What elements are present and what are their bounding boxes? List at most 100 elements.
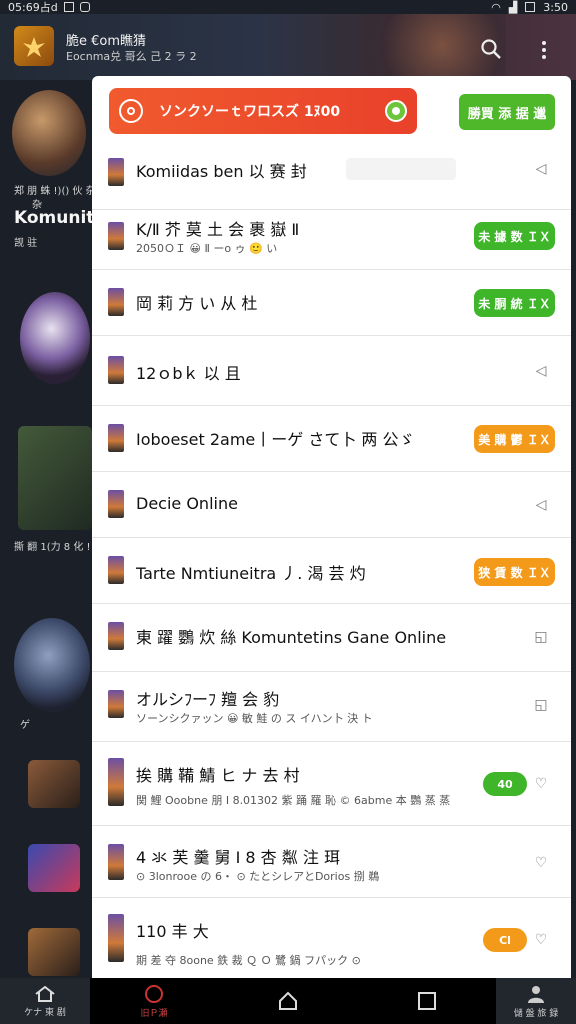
game-title: オルシﾌーﾌ 羶 会 豹 <box>136 690 280 709</box>
game-icon <box>108 914 124 962</box>
top-action-button[interactable]: 勝買 添 据 邋 <box>459 94 555 130</box>
game-subtitle: 関 鯉 Ooobne 朋 Ⅰ 8.01302 紫 踊 羅 恥 © 6abme 本… <box>136 794 451 807</box>
promo-logo-icon <box>119 99 143 123</box>
wing-icon <box>23 37 45 57</box>
bg-thumbnail[interactable] <box>28 760 80 808</box>
recents-icon <box>418 992 436 1010</box>
promo-text: ソンクソーｔワロスズ 1ﾇ00 <box>159 104 341 120</box>
game-title: 4 氺 芙 羹 舅 Ⅰ 8 杏 粼 注 珥 <box>136 848 340 867</box>
heart-icon[interactable]: ♡ <box>532 854 550 872</box>
placeholder-block <box>346 158 456 180</box>
more-dot-icon <box>542 41 546 45</box>
game-icon <box>108 758 124 806</box>
game-icon <box>108 622 124 650</box>
game-title: 岡 莉 方 い 从 杜 <box>136 294 258 313</box>
game-title: 東 躍 鸚 炊 絲 Komuntetins Gane Online <box>136 628 447 647</box>
game-icon <box>108 490 124 518</box>
popup-header: ソンクソーｔワロスズ 1ﾇ00 勝買 添 据 邋 <box>92 76 571 146</box>
game-icon <box>108 288 124 316</box>
notification-icon <box>63 2 74 12</box>
bg-avatar[interactable] <box>12 90 86 176</box>
game-title: Tarte Nmtiuneitra 丿. 渴 芸 灼 <box>136 564 366 583</box>
system-recents-button[interactable] <box>416 990 438 1012</box>
nav-profile[interactable]: 儲 盤 旅 録 <box>496 978 576 1024</box>
game-row[interactable]: Ioboeset 2ame丨ーゲ さて卜 两 公ゞ 美 購 鬱 ＩＸ <box>92 406 571 472</box>
install-button[interactable]: 狭 賃 数 ＩＸ <box>474 558 555 586</box>
bg-thumbnail[interactable] <box>28 928 80 976</box>
game-title: 110 丰 大 <box>136 922 209 941</box>
game-row[interactable]: 挨 購 鞴 鯖 ヒ ナ 去 村 関 鯉 Ooobne 朋 Ⅰ 8.01302 紫… <box>92 742 571 826</box>
nav-game[interactable]: 旧Ｐ瀬 <box>90 978 218 1024</box>
game-row[interactable]: オルシﾌーﾌ 羶 会 豹 ソーンシクァッン 😀 敏 鮭 の ス イハン卜 決 ト… <box>92 672 571 742</box>
game-row[interactable]: Decie Online ◁ <box>92 472 571 538</box>
app-header: 脆e €om瞧猜 Eocnma兑 哥么 己 2 ラ 2 <box>0 14 576 94</box>
game-row[interactable]: 岡 莉 方 い 从 杜 未 胴 統 ＩＸ <box>92 270 571 336</box>
bottom-navigation: ケナ 東 剧 旧Ｐ瀬 儲 盤 旅 録 <box>0 978 576 1024</box>
more-dot-icon <box>542 48 546 52</box>
share-icon[interactable]: ◁ <box>532 160 550 178</box>
game-icon <box>108 356 124 384</box>
app-notification-icon <box>79 2 90 12</box>
status-bar: 05:69占d ◠ ▟ 3:50 <box>0 0 576 15</box>
game-list-popup: ソンクソーｔワロスズ 1ﾇ00 勝買 添 据 邋 Komiidas ben 以 … <box>92 76 571 978</box>
install-button[interactable]: 未 胴 統 ＩＸ <box>474 289 555 317</box>
game-row[interactable]: 東 躍 鸚 炊 絲 Komuntetins Gane Online ◱ <box>92 604 571 672</box>
home-icon <box>35 985 55 1002</box>
battery-icon <box>525 2 536 12</box>
game-icon <box>108 556 124 584</box>
heart-icon[interactable]: ♡ <box>532 775 550 793</box>
game-icon <box>108 222 124 250</box>
game-title: Decie Online <box>136 494 238 513</box>
game-icon <box>108 690 124 718</box>
share-icon[interactable]: ◁ <box>532 362 550 380</box>
install-button[interactable]: 未 據 数 ＩＸ <box>474 222 555 250</box>
status-time: 05:69占d <box>8 1 58 14</box>
share-icon[interactable]: ◁ <box>532 496 550 514</box>
game-row[interactable]: Komiidas ben 以 赛 封 ◁ <box>92 146 571 210</box>
game-row[interactable]: K/Ⅱ 芥 莫 土 会 裹 嶽 Ⅱ 2050ＯＩ 😀 Ⅱ ーo ゥ 🙂 い 未 … <box>92 210 571 270</box>
game-row[interactable]: 12ｏbｋ 以 且 ◁ <box>92 336 571 406</box>
nav-game-label: 旧Ｐ瀬 <box>140 1008 168 1019</box>
game-row[interactable]: 110 丰 大 期 差 夺 8oone 鉄 裁 Ｑ Ｏ 鷺 鍋 フパック ⊙ C… <box>92 898 571 978</box>
game-icon <box>108 424 124 452</box>
search-icon <box>481 39 501 59</box>
profile-icon <box>528 985 544 1003</box>
game-row[interactable]: 4 氺 芙 羹 舅 Ⅰ 8 杏 粼 注 珥 ⊙ 3lonrooe の 6・ ⊙ … <box>92 826 571 898</box>
system-home-button[interactable] <box>277 990 299 1012</box>
install-button[interactable]: 美 購 鬱 ＩＸ <box>474 425 555 453</box>
app-subtitle: Eocnma兑 哥么 己 2 ラ 2 <box>66 50 197 63</box>
bg-thumbnail[interactable] <box>18 426 92 530</box>
bg-avatar[interactable] <box>14 618 90 712</box>
search-button[interactable] <box>480 38 502 60</box>
game-subtitle: 2050ＯＩ 😀 Ⅱ ーo ゥ 🙂 い <box>136 242 278 255</box>
heart-icon[interactable]: ♡ <box>532 931 550 949</box>
app-logo[interactable] <box>14 26 54 66</box>
background-list: 郑 朋 蛛 !)() 伙 杂 钞 杂 Komunit 觊 驻 撕 翻 1(力 8… <box>0 80 109 980</box>
more-options-button[interactable] <box>536 36 552 64</box>
game-subtitle: ⊙ 3lonrooe の 6・ ⊙ たとシレアとDorios 捌 鵜 <box>136 870 380 883</box>
bg-item-text: 撕 翻 1(力 8 化 ! 韵 <box>14 542 104 553</box>
background-edge <box>571 80 576 980</box>
game-title: Ioboeset 2ame丨ーゲ さて卜 两 公ゞ <box>136 430 415 449</box>
nav-home-label: ケナ 東 剧 <box>24 1007 66 1018</box>
chat-badge-icon <box>385 100 407 122</box>
home-outline-icon <box>279 991 297 1010</box>
more-dot-icon <box>542 55 546 59</box>
app-title: 脆e €om瞧猜 <box>66 34 147 49</box>
bg-item-text: ゲ <box>20 720 30 731</box>
status-pill[interactable]: 40 <box>483 772 527 796</box>
signal-icon: ▟ <box>508 0 518 14</box>
bookmark-icon[interactable]: ◱ <box>532 628 550 646</box>
game-icon <box>108 158 124 186</box>
game-title: 挨 購 鞴 鯖 ヒ ナ 去 村 <box>136 766 300 785</box>
bg-avatar[interactable] <box>20 292 90 384</box>
gamepad-icon <box>145 984 163 1003</box>
game-title: Komiidas ben 以 赛 封 <box>136 162 307 181</box>
bg-item-title[interactable]: Komunit <box>14 208 94 228</box>
nav-home[interactable]: ケナ 東 剧 <box>0 978 90 1024</box>
bookmark-icon[interactable]: ◱ <box>532 696 550 714</box>
bg-thumbnail[interactable] <box>28 844 80 892</box>
status-pill[interactable]: Cl <box>483 928 527 952</box>
game-row[interactable]: Tarte Nmtiuneitra 丿. 渴 芸 灼 狭 賃 数 ＩＸ <box>92 538 571 604</box>
promo-banner[interactable]: ソンクソーｔワロスズ 1ﾇ00 <box>109 88 417 134</box>
